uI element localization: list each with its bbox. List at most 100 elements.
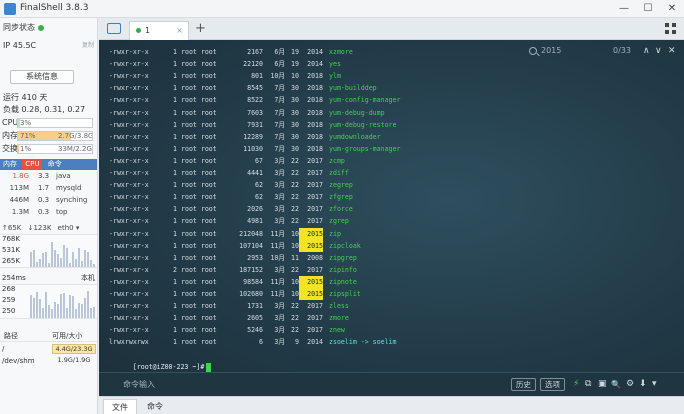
file-month: 11月 xyxy=(270,241,285,250)
process-row[interactable]: 1.3M 0.3 top xyxy=(0,207,97,218)
process-mem: 1.3M xyxy=(11,208,29,216)
copy-ip-button[interactable]: 复制 xyxy=(82,40,94,52)
file-permissions: -rwxr-xr-x xyxy=(109,241,149,250)
search-close-button[interactable]: ✕ xyxy=(668,44,676,58)
graph-bar xyxy=(39,258,41,267)
folder-icon[interactable] xyxy=(107,23,121,34)
add-tab-button[interactable]: + xyxy=(195,21,206,37)
tab-commands[interactable]: 命令 xyxy=(139,399,171,414)
file-month: 11月 xyxy=(270,290,285,298)
file-links: 1 xyxy=(173,302,177,311)
maximize-button[interactable]: ☐ xyxy=(636,1,660,17)
file-name: zdiff xyxy=(329,169,349,177)
disk-table-header: 路径 可用/大小 xyxy=(0,331,97,342)
file-links: 1 xyxy=(173,205,177,214)
tab-files[interactable]: 文件 xyxy=(103,399,137,414)
file-month: 11月 xyxy=(270,277,285,286)
file-owner: root root xyxy=(181,193,217,202)
file-month: 3月 xyxy=(274,338,285,347)
file-day: 19 xyxy=(291,60,299,69)
file-links: 1 xyxy=(173,314,177,323)
process-row[interactable]: 113M 1.7 mysqld xyxy=(0,183,97,194)
graph-bar xyxy=(51,242,53,267)
graph-bar xyxy=(45,251,47,267)
file-day: 30 xyxy=(291,120,299,129)
tab-sort-memory[interactable]: 内存 xyxy=(0,159,20,170)
file-owner: root root xyxy=(181,241,217,250)
file-links: 1 xyxy=(173,169,177,177)
process-row[interactable]: 1.8G 3.3 java xyxy=(0,171,97,182)
net-interface-select[interactable]: eth0 ▾ xyxy=(54,224,80,232)
close-button[interactable]: ✕ xyxy=(660,1,684,17)
file-size: 98584 xyxy=(243,277,263,286)
file-owner: root root xyxy=(181,72,217,81)
tab-sort-cpu[interactable]: CPU xyxy=(22,159,43,170)
layout-grid-icon[interactable] xyxy=(665,23,676,34)
file-owner: root root xyxy=(181,60,217,69)
command-input[interactable]: 命令输入 xyxy=(123,379,155,390)
file-name: zfgrep xyxy=(329,193,353,202)
load-average: 负载 0.28, 0.31, 0.27 xyxy=(3,105,86,114)
file-day: 22 xyxy=(291,302,299,311)
file-name: zforce xyxy=(329,205,353,214)
settings-icon[interactable]: ⚙ xyxy=(626,379,634,390)
file-size: 2953 xyxy=(247,253,263,262)
tab-close-icon[interactable]: × xyxy=(176,22,183,40)
options-button[interactable]: 选项 xyxy=(540,378,565,391)
file-name: zless xyxy=(329,302,349,311)
terminal-line: -rwxr-xr-x 1 root root 62 3月 22 2017 zegrep xyxy=(109,179,353,191)
file-size: 1731 xyxy=(247,302,263,311)
file-size: 107104 xyxy=(239,241,263,250)
disk-row[interactable]: / 4.4G/23.3G xyxy=(0,343,97,355)
screen-icon[interactable]: ▣ xyxy=(598,379,607,390)
file-day: 10 xyxy=(291,277,299,286)
file-owner: root root xyxy=(181,108,217,117)
tab-sort-command[interactable]: 命令 xyxy=(45,159,65,170)
file-name: ylm xyxy=(329,72,341,81)
file-year: 2018 xyxy=(307,108,323,117)
chevron-down-icon[interactable]: ▾ xyxy=(652,379,657,390)
terminal-line: -rwxr-xr-x 1 root root 801 10月 10 2018 ylm xyxy=(109,70,341,82)
search-prev-button[interactable]: ∧ xyxy=(643,44,650,58)
history-button[interactable]: 历史 xyxy=(511,378,536,391)
download-icon[interactable]: ⬇ xyxy=(639,379,647,390)
file-name: zegrep xyxy=(329,181,353,190)
graph-bar xyxy=(63,292,65,318)
app-logo-icon xyxy=(4,3,16,15)
file-name: yum-debug-restore xyxy=(329,120,397,129)
tab-session-1[interactable]: 1 × xyxy=(129,21,189,40)
search-input[interactable]: 2015 xyxy=(541,44,561,58)
file-links: 1 xyxy=(173,132,177,141)
terminal-line: -rwxr-xr-x 1 root root 107104 11月 10 2015 zipcl… xyxy=(109,239,361,252)
file-permissions: -rwxr-xr-x xyxy=(109,290,149,298)
disk-row[interactable]: /dev/shm 1.9G/1.9G xyxy=(0,355,97,367)
graph-bar xyxy=(63,244,65,267)
file-month: 3月 xyxy=(274,265,285,274)
file-size: 2167 xyxy=(247,48,263,56)
file-year: 2017 xyxy=(307,205,323,214)
file-permissions: -rwxr-xr-x xyxy=(109,277,149,286)
terminal[interactable]: 2015 0/33 ∧ ∨ ✕ -rwxr-xr-x 1 root root 2167… xyxy=(99,40,684,396)
process-row[interactable]: 446M 0.3 synching xyxy=(0,195,97,206)
quick-command-icon[interactable]: ⚡ xyxy=(573,379,579,390)
mem-label: 内存 xyxy=(2,131,18,140)
graph-bar xyxy=(69,263,71,267)
file-permissions: -rwxr-xr-x xyxy=(109,193,149,202)
file-month: 3月 xyxy=(274,302,285,311)
file-year: 2015 xyxy=(299,275,323,288)
file-size: 11030 xyxy=(243,144,263,153)
file-year: 2017 xyxy=(307,156,323,165)
title-bar: FinalShell 3.8.3 — ☐ ✕ xyxy=(0,0,684,18)
file-year: 2014 xyxy=(307,338,323,347)
search-tool-icon[interactable]: 🔍 xyxy=(611,379,621,390)
minimize-button[interactable]: — xyxy=(612,1,636,17)
copy-icon[interactable]: ⧉ xyxy=(585,379,591,390)
file-size: 801 xyxy=(251,72,263,81)
system-info-button[interactable]: 系统信息 xyxy=(10,70,74,84)
file-month: 6月 xyxy=(274,48,285,56)
file-permissions: -rwxr-xr-x xyxy=(109,84,149,93)
file-year: 2018 xyxy=(307,96,323,105)
latency-host[interactable]: 本机 xyxy=(81,272,95,284)
file-links: 1 xyxy=(173,84,177,93)
search-next-button[interactable]: ∨ xyxy=(655,44,662,58)
